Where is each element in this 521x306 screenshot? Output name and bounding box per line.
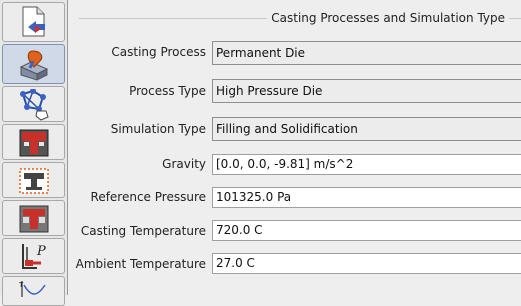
mesh-network-icon <box>20 89 49 121</box>
simulation-type-label: Simulation Type <box>110 122 206 136</box>
sidebar-toolbar: P T <box>0 0 68 306</box>
document-arrow-icon <box>22 6 45 37</box>
die-cross-section-icon <box>19 129 49 157</box>
tab-import[interactable] <box>2 2 65 42</box>
tab-mesh[interactable] <box>2 86 65 122</box>
reference-pressure-label: Reference Pressure <box>90 190 206 204</box>
die-cavity-icon <box>19 205 49 233</box>
simulation-type-select[interactable]: Filling and Solidification <box>212 117 521 141</box>
ambient-temperature-input[interactable]: 27.0 C <box>212 253 521 274</box>
casting-temperature-input[interactable]: 720.0 C <box>212 220 521 241</box>
pressure-gauge-icon: P <box>22 244 46 269</box>
tab-die-section[interactable] <box>2 124 65 160</box>
casting-process-select[interactable]: Permanent Die <box>212 41 521 65</box>
casting-process-icon <box>19 50 49 81</box>
casting-process-label: Casting Process <box>111 45 206 59</box>
casting-process-panel: Casting Processes and Simulation Type Ca… <box>67 0 521 295</box>
process-type-label: Process Type <box>129 84 206 98</box>
casting-temperature-label: Casting Temperature <box>80 224 206 238</box>
tab-temperature[interactable]: T <box>2 276 65 306</box>
process-type-select[interactable]: High Pressure Die <box>212 79 521 103</box>
tab-pressure[interactable]: P <box>2 238 65 274</box>
ambient-temperature-label: Ambient Temperature <box>75 257 206 271</box>
die-insert-icon <box>19 168 49 194</box>
gravity-label: Gravity <box>162 157 206 171</box>
gravity-input[interactable]: [0.0, 0.0, -9.81] m/s^2 <box>212 154 521 175</box>
reference-pressure-input[interactable]: 101325.0 Pa <box>212 187 521 208</box>
tab-die-cavity[interactable] <box>2 200 65 236</box>
tab-casting-process[interactable] <box>2 44 65 84</box>
panel-title: Casting Processes and Simulation Type <box>267 11 509 25</box>
tab-die-insert[interactable] <box>2 162 65 198</box>
svg-text:P: P <box>36 244 46 259</box>
svg-text:T: T <box>18 281 24 289</box>
temperature-curve-icon: T <box>18 281 46 297</box>
